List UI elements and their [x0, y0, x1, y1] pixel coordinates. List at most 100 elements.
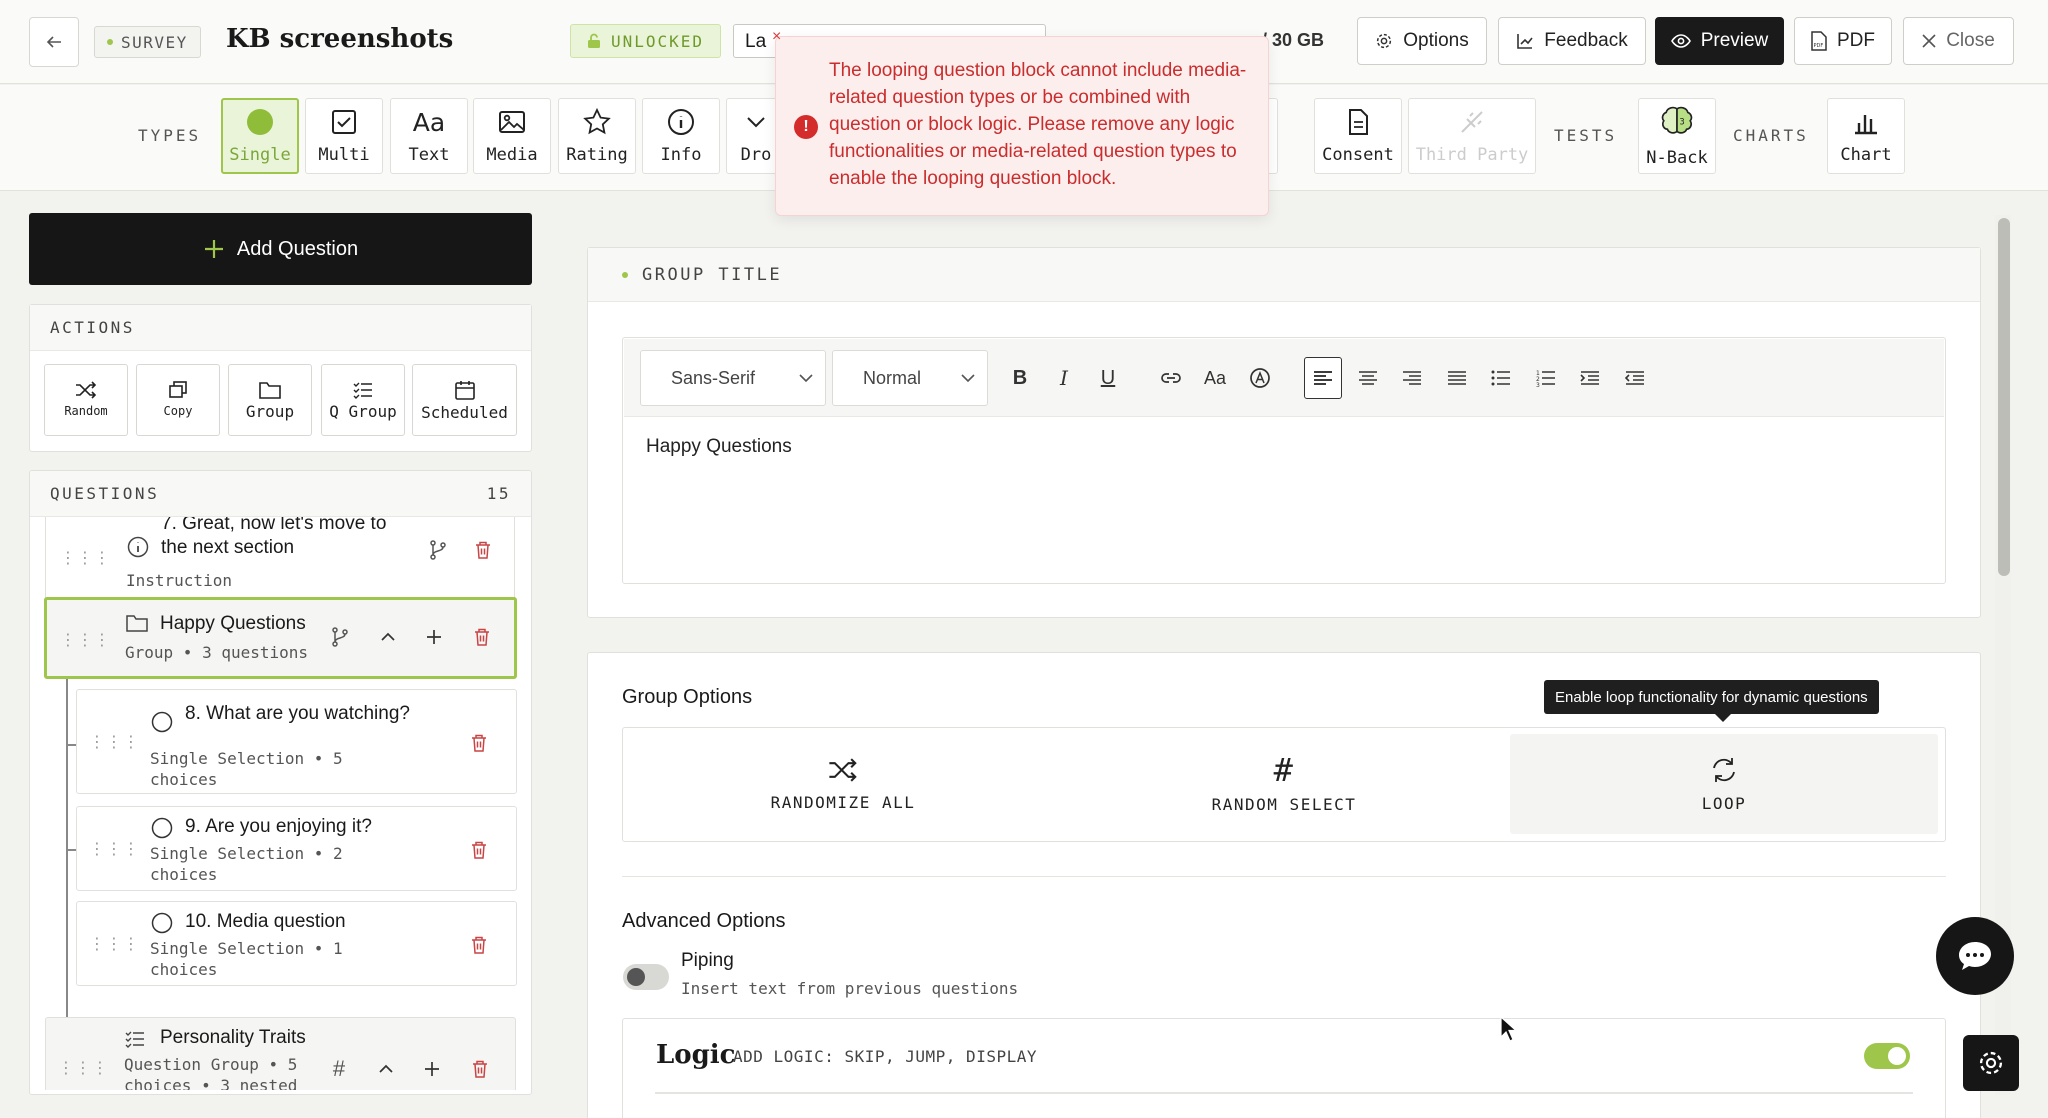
group-options-title: Group Options [622, 686, 753, 708]
questions-list[interactable]: ⋮⋮⋮ 7. Great, now let's move to the next… [44, 517, 517, 1090]
action-group[interactable]: Group [228, 364, 312, 436]
font-size-select[interactable]: Normal [832, 350, 988, 406]
preview-button[interactable]: Preview [1655, 17, 1784, 65]
drag-handle-icon[interactable]: ⋮⋮⋮ [60, 548, 111, 568]
trash-icon[interactable] [468, 934, 490, 956]
align-center-icon[interactable] [1351, 362, 1385, 394]
action-copy[interactable]: Copy [136, 364, 220, 436]
drag-handle-icon[interactable]: ⋮⋮⋮ [89, 839, 140, 859]
shuffle-icon [76, 380, 97, 399]
logic-description: ADD LOGIC: SKIP, JUMP, DISPLAY [733, 1047, 1037, 1066]
link-icon[interactable] [1154, 362, 1188, 394]
type-media[interactable]: Media [473, 98, 551, 174]
feedback-button[interactable]: Feedback [1498, 17, 1646, 65]
options-button[interactable]: Options [1357, 17, 1487, 65]
gear-icon [1979, 1051, 2003, 1075]
actions-header: ACTIONS [30, 305, 531, 351]
line-chart-icon [1517, 34, 1533, 49]
clear-format-icon[interactable] [1243, 362, 1277, 394]
list-check-icon [124, 1028, 146, 1050]
scrollbar-thumb[interactable] [1998, 218, 2010, 576]
folder-icon [124, 612, 150, 634]
type-text[interactable]: Aa Text [390, 98, 468, 174]
option-randomize-all[interactable]: RANDOMIZE ALL [630, 734, 1056, 834]
list-item[interactable]: ⋮⋮⋮ 7. Great, now let's move to the next… [45, 517, 515, 602]
group-item-happy-questions[interactable]: ⋮⋮⋮ Happy Questions Group • 3 questions [44, 597, 517, 679]
type-info[interactable]: Info [642, 98, 720, 174]
piping-toggle[interactable] [623, 964, 669, 990]
font-family-select[interactable]: Sans-Serif [640, 350, 826, 406]
italic-icon[interactable]: I [1047, 362, 1081, 394]
trash-icon[interactable] [468, 732, 490, 754]
group-item-personality-traits[interactable]: ⋮⋮⋮ Personality Traits Question Group • … [45, 1017, 516, 1090]
drag-handle-icon[interactable]: ⋮⋮⋮ [58, 1058, 109, 1078]
type-multi[interactable]: Multi [305, 98, 383, 174]
drag-handle-icon[interactable]: ⋮⋮⋮ [89, 732, 140, 752]
logic-toggle[interactable] [1864, 1043, 1910, 1069]
toast-close-icon[interactable]: × [772, 28, 781, 46]
trash-icon[interactable] [471, 626, 493, 648]
close-icon [1922, 34, 1936, 48]
chevron-down-icon [799, 374, 813, 383]
trash-icon[interactable] [472, 539, 494, 561]
shuffle-icon [829, 757, 857, 782]
checkbox-icon [332, 110, 356, 134]
tooltip-arrow [1715, 714, 1731, 722]
align-left-icon[interactable] [1304, 357, 1342, 399]
branch-icon[interactable] [427, 539, 449, 561]
test-n-back[interactable]: 3 N-Back [1638, 98, 1716, 174]
numbered-list-icon[interactable]: 123 [1529, 362, 1563, 394]
drag-handle-icon[interactable]: ⋮⋮⋮ [89, 934, 140, 954]
pdf-button[interactable]: PDF PDF [1794, 17, 1892, 65]
type-third-party[interactable]: Third Party [1408, 98, 1536, 174]
trash-icon[interactable] [468, 839, 490, 861]
type-single[interactable]: Single [221, 98, 299, 174]
option-loop[interactable]: LOOP [1510, 734, 1938, 834]
action-scheduled[interactable]: Scheduled [412, 364, 517, 436]
storage-usage: / 30 GB [1262, 30, 1325, 50]
bar-chart-icon [1855, 115, 1877, 135]
type-rating[interactable]: Rating [558, 98, 636, 174]
bold-icon[interactable]: B [1003, 362, 1037, 394]
list-item[interactable]: ⋮⋮⋮ 10. Media question Single Selection … [76, 901, 517, 986]
radio-icon [150, 911, 174, 935]
outdent-icon[interactable] [1618, 362, 1652, 394]
tests-label: TESTS [1554, 126, 1618, 145]
editor-content[interactable]: Happy Questions [646, 436, 792, 458]
list-item[interactable]: ⋮⋮⋮ 8. What are you watching? Single Sel… [76, 689, 517, 794]
status-dot-icon [622, 271, 628, 278]
settings-button[interactable] [1963, 1035, 2019, 1091]
align-justify-icon[interactable] [1440, 362, 1474, 394]
add-question-button[interactable]: Add Question [29, 213, 532, 285]
chat-button[interactable] [1936, 917, 2014, 995]
chart-tool[interactable]: Chart [1827, 98, 1905, 174]
info-icon [668, 109, 694, 135]
trash-icon[interactable] [469, 1058, 491, 1080]
chevron-up-icon[interactable] [375, 1058, 397, 1080]
close-button[interactable]: Close [1903, 17, 2014, 65]
plus-icon[interactable] [423, 626, 445, 648]
tree-line [66, 679, 68, 1040]
piping-title: Piping [681, 950, 734, 971]
list-item[interactable]: ⋮⋮⋮ 9. Are you enjoying it? Single Selec… [76, 806, 517, 891]
text-style-icon[interactable]: Aa [1198, 362, 1232, 394]
chevron-up-icon[interactable] [377, 626, 399, 648]
bullet-list-icon[interactable] [1484, 362, 1518, 394]
indent-icon[interactable] [1573, 362, 1607, 394]
plus-icon[interactable] [421, 1058, 443, 1080]
branch-icon[interactable] [329, 626, 351, 648]
align-right-icon[interactable] [1395, 362, 1429, 394]
svg-text:3: 3 [1679, 116, 1684, 126]
back-button[interactable] [29, 17, 79, 67]
drag-handle-icon[interactable]: ⋮⋮⋮ [60, 630, 111, 650]
action-random[interactable]: Random [44, 364, 128, 436]
action-q-group[interactable]: Q Group [321, 364, 405, 436]
unlocked-badge[interactable]: UNLOCKED [570, 24, 722, 58]
underline-icon[interactable]: U [1091, 362, 1125, 394]
plug-icon [1461, 111, 1483, 133]
questions-count: 15 [486, 484, 511, 503]
option-random-select[interactable]: # RANDOM SELECT [1068, 734, 1500, 834]
type-consent[interactable]: Consent [1314, 98, 1402, 174]
hash-icon[interactable]: # [328, 1056, 350, 1081]
brain-icon: 3 [1661, 106, 1693, 134]
